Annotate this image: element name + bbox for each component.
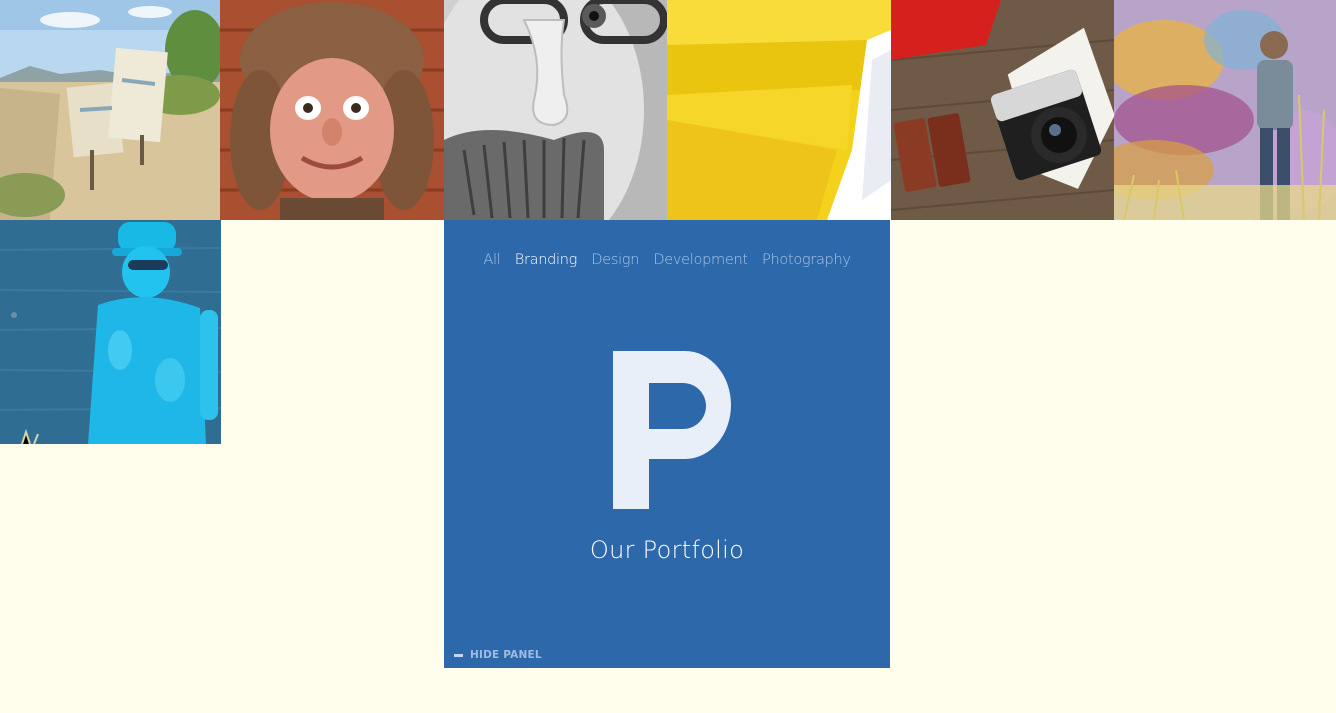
filter-all[interactable]: All	[483, 252, 500, 268]
filter-branding[interactable]: Branding	[515, 252, 578, 268]
blue-powder-man-photo[interactable]	[0, 220, 221, 444]
graffiti-wall-man-photo[interactable]	[1114, 0, 1336, 220]
hide-panel-label: HIDE PANEL	[470, 649, 542, 661]
filter-design[interactable]: Design	[591, 252, 639, 268]
portfolio-filter-nav: All Branding Design Development Photogra…	[444, 252, 890, 268]
portfolio-panel: All Branding Design Development Photogra…	[444, 220, 890, 668]
fur-hat-man-photo[interactable]	[220, 0, 444, 220]
glasses-mustache-disguise-photo[interactable]	[444, 0, 667, 220]
portfolio-page: All Branding Design Development Photogra…	[0, 0, 1336, 713]
panel-title: Our Portfolio	[589, 536, 745, 564]
camera-and-film-photo[interactable]	[891, 0, 1114, 220]
minus-icon	[454, 653, 463, 657]
filter-photography[interactable]: Photography	[762, 252, 851, 268]
hide-panel-button[interactable]: HIDE PANEL	[454, 649, 542, 661]
yellow-paper-photo[interactable]	[667, 0, 891, 220]
filter-development[interactable]: Development	[653, 252, 748, 268]
portfolio-monogram-logo	[613, 351, 731, 509]
desert-range-signs-photo[interactable]	[0, 0, 220, 220]
